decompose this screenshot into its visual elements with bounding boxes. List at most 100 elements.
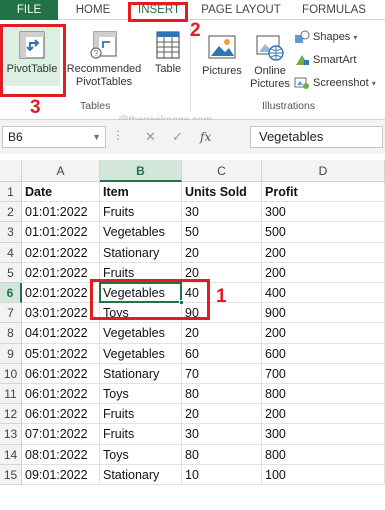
cell-a4[interactable]: 02:01:2022 xyxy=(22,242,100,263)
pivottable-button[interactable]: PivotTable xyxy=(4,26,60,86)
row-header-8[interactable]: 8 xyxy=(0,323,22,344)
row-header-9[interactable]: 9 xyxy=(0,343,22,364)
cell-d6[interactable]: 400 xyxy=(262,283,385,304)
confirm-entry-icon[interactable]: ✓ xyxy=(172,126,183,148)
tab-home[interactable]: HOME xyxy=(72,0,114,20)
row-header-14[interactable]: 14 xyxy=(0,444,22,465)
cell-c12[interactable]: 20 xyxy=(182,404,262,425)
cell-d7[interactable]: 900 xyxy=(262,303,385,324)
chevron-down-icon[interactable]: ▼ xyxy=(92,127,101,147)
pictures-button[interactable]: Pictures xyxy=(198,32,246,78)
cell-b13[interactable]: Fruits xyxy=(100,424,182,445)
column-header-d[interactable]: D xyxy=(262,160,385,182)
fill-handle[interactable] xyxy=(179,300,184,306)
cell-a14[interactable]: 08:01:2022 xyxy=(22,444,100,465)
cell-b14[interactable]: Toys xyxy=(100,444,182,465)
cell-a5[interactable]: 02:01:2022 xyxy=(22,262,100,283)
cell-d13[interactable]: 300 xyxy=(262,424,385,445)
cell-d5[interactable]: 200 xyxy=(262,262,385,283)
cell-a12[interactable]: 06:01:2022 xyxy=(22,404,100,425)
cell-c10[interactable]: 70 xyxy=(182,363,262,384)
cell-a2[interactable]: 01:01:2022 xyxy=(22,202,100,223)
cell-d14[interactable]: 800 xyxy=(262,444,385,465)
cell-b1[interactable]: Item xyxy=(100,182,182,203)
cell-d4[interactable]: 200 xyxy=(262,242,385,263)
cell-c13[interactable]: 30 xyxy=(182,424,262,445)
cell-d1[interactable]: Profit xyxy=(262,182,385,203)
name-box[interactable]: B6 ▼ xyxy=(2,126,106,148)
cell-c4[interactable]: 20 xyxy=(182,242,262,263)
select-all-corner[interactable] xyxy=(0,160,22,182)
cell-a9[interactable]: 05:01:2022 xyxy=(22,343,100,364)
column-header-a[interactable]: A xyxy=(22,160,100,182)
cell-b3[interactable]: Vegetables xyxy=(100,222,182,243)
row-header-6[interactable]: 6 xyxy=(0,283,22,304)
row-header-15[interactable]: 15 xyxy=(0,464,22,485)
cell-d11[interactable]: 800 xyxy=(262,384,385,405)
cell-a13[interactable]: 07:01:2022 xyxy=(22,424,100,445)
row-header-10[interactable]: 10 xyxy=(0,363,22,384)
name-box-value: B6 xyxy=(8,130,23,144)
cell-b11[interactable]: Toys xyxy=(100,384,182,405)
recommended-pivottables-button[interactable]: ? Recommended PivotTables xyxy=(64,30,144,89)
cell-b6[interactable]: Vegetables xyxy=(100,283,182,304)
cell-d12[interactable]: 200 xyxy=(262,404,385,425)
cell-d3[interactable]: 500 xyxy=(262,222,385,243)
cell-a1[interactable]: Date xyxy=(22,182,100,203)
group-label-illustrations: Illustrations xyxy=(262,100,316,112)
cell-c14[interactable]: 80 xyxy=(182,444,262,465)
cell-c2[interactable]: 30 xyxy=(182,202,262,223)
smartart-button[interactable]: SmartArt xyxy=(294,49,384,72)
cell-b15[interactable]: Stationary xyxy=(100,464,182,485)
cell-c15[interactable]: 10 xyxy=(182,464,262,485)
cell-c1[interactable]: Units Sold xyxy=(182,182,262,203)
row-header-3[interactable]: 3 xyxy=(0,222,22,243)
cell-b4[interactable]: Stationary xyxy=(100,242,182,263)
cell-d2[interactable]: 300 xyxy=(262,202,385,223)
cell-a6[interactable]: 02:01:2022 xyxy=(22,283,100,304)
screenshot-button[interactable]: Screenshot ▾ xyxy=(294,72,384,95)
row-header-7[interactable]: 7 xyxy=(0,303,22,324)
cell-d8[interactable]: 200 xyxy=(262,323,385,344)
row-header-5[interactable]: 5 xyxy=(0,262,22,283)
cell-a3[interactable]: 01:01:2022 xyxy=(22,222,100,243)
cell-b10[interactable]: Stationary xyxy=(100,363,182,384)
online-pictures-button[interactable]: Online Pictures xyxy=(248,32,292,91)
column-header-b[interactable]: B xyxy=(100,160,182,182)
tab-insert[interactable]: INSERT xyxy=(131,0,187,20)
cell-b12[interactable]: Fruits xyxy=(100,404,182,425)
row-header-11[interactable]: 11 xyxy=(0,384,22,405)
row-header-1[interactable]: 1 xyxy=(0,182,22,203)
cell-b5[interactable]: Fruits xyxy=(100,262,182,283)
row-header-13[interactable]: 13 xyxy=(0,424,22,445)
cell-b2[interactable]: Fruits xyxy=(100,202,182,223)
formula-input[interactable]: Vegetables xyxy=(250,126,383,148)
tab-page-layout[interactable]: PAGE LAYOUT xyxy=(200,0,282,20)
cell-c11[interactable]: 80 xyxy=(182,384,262,405)
cell-b9[interactable]: Vegetables xyxy=(100,343,182,364)
cell-c8[interactable]: 20 xyxy=(182,323,262,344)
cancel-entry-icon[interactable]: ✕ xyxy=(145,126,156,148)
row-header-2[interactable]: 2 xyxy=(0,202,22,223)
cell-a10[interactable]: 06:01:2022 xyxy=(22,363,100,384)
cell-a11[interactable]: 06:01:2022 xyxy=(22,384,100,405)
row-header-12[interactable]: 12 xyxy=(0,404,22,425)
column-header-c[interactable]: C xyxy=(182,160,262,182)
tab-file[interactable]: FILE xyxy=(0,0,58,20)
cell-b7[interactable]: Toys xyxy=(100,303,182,324)
cell-a7[interactable]: 03:01:2022 xyxy=(22,303,100,324)
cell-c3[interactable]: 50 xyxy=(182,222,262,243)
cell-d10[interactable]: 700 xyxy=(262,363,385,384)
cell-c5[interactable]: 20 xyxy=(182,262,262,283)
cell-d9[interactable]: 600 xyxy=(262,343,385,364)
cell-d15[interactable]: 100 xyxy=(262,464,385,485)
insert-function-button[interactable]: fx xyxy=(200,126,211,148)
tab-formulas[interactable]: FORMULAS xyxy=(300,0,368,20)
cell-a15[interactable]: 09:01:2022 xyxy=(22,464,100,485)
cell-a8[interactable]: 04:01:2022 xyxy=(22,323,100,344)
table-button[interactable]: Table xyxy=(152,30,184,76)
cell-c9[interactable]: 60 xyxy=(182,343,262,364)
shapes-button[interactable]: Shapes ▾ xyxy=(294,26,384,49)
cell-b8[interactable]: Vegetables xyxy=(100,323,182,344)
row-header-4[interactable]: 4 xyxy=(0,242,22,263)
